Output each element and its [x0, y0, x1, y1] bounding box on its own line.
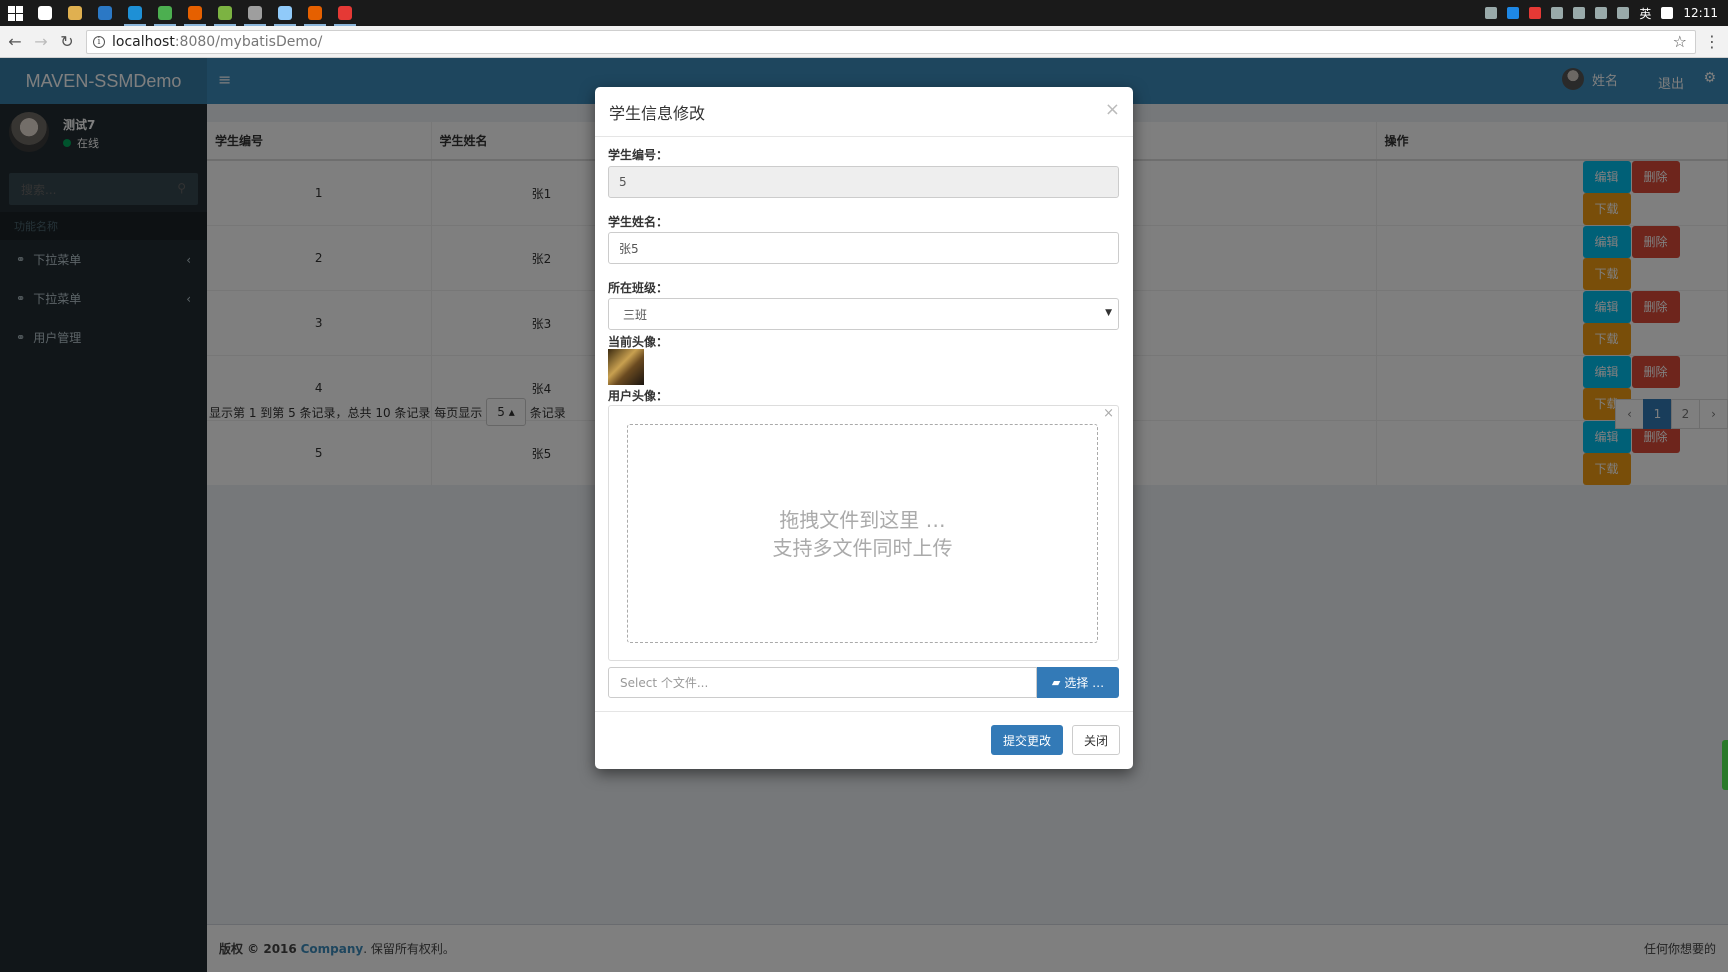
os-taskbar: 英 12:11 [0, 0, 1728, 26]
choose-file-button[interactable]: ▰ 选择 … [1037, 667, 1119, 698]
input-language[interactable]: 英 [1639, 5, 1651, 22]
taskbar-app-button[interactable] [270, 0, 300, 26]
taskbar-app-button[interactable] [60, 0, 90, 26]
student-id-field[interactable]: 5 [608, 166, 1119, 198]
student-id-value: 5 [619, 175, 627, 189]
bookmark-star-icon[interactable]: ☆ [1673, 32, 1687, 51]
reload-icon: ↻ [60, 32, 74, 51]
chat-icon [38, 6, 52, 20]
taskbar-app-button[interactable] [150, 0, 180, 26]
file-upload-preview: × 拖拽文件到这里 … 支持多文件同时上传 [608, 405, 1119, 661]
edge-icon [128, 6, 142, 20]
taskbar-app-button[interactable] [180, 0, 210, 26]
student-name-field[interactable]: 张5 [608, 232, 1119, 264]
scroll-handle[interactable] [1722, 740, 1728, 790]
tray-icon[interactable] [1485, 7, 1498, 19]
student-name-label: 学生姓名： [608, 215, 669, 229]
network-icon[interactable] [1573, 7, 1586, 19]
class-select-value: 三班 [623, 307, 648, 322]
taskbar-app-button[interactable] [30, 0, 60, 26]
current-avatar-label: 当前头像： [608, 335, 669, 349]
notepad-icon [218, 6, 232, 20]
windows-logo-icon [7, 5, 23, 21]
weibo-icon [338, 6, 352, 20]
taskbar-app-button[interactable] [330, 0, 360, 26]
windows-start-button[interactable] [0, 0, 30, 26]
taskbar-app-button[interactable] [120, 0, 150, 26]
pen-icon[interactable] [1617, 7, 1630, 19]
choose-file-label: 选择 … [1064, 676, 1105, 690]
calendar-icon [98, 6, 112, 20]
taskbar-app-button[interactable] [210, 0, 240, 26]
drop-zone-text-1: 拖拽文件到这里 … [779, 507, 946, 532]
weibo-tray-icon[interactable] [1529, 7, 1542, 19]
modal-footer: 提交更改 关闭 [595, 711, 1133, 769]
clear-files-icon[interactable]: × [1103, 406, 1114, 421]
browser-toolbar: ← → ↻ i localhost:8080/mybatisDemo/ ☆ ⋮ [0, 26, 1728, 58]
firefox-icon [308, 6, 322, 20]
settings-icon [248, 6, 262, 20]
modal-title: 学生信息修改 [609, 104, 706, 123]
arrow-right-icon: → [34, 32, 48, 51]
battery-icon[interactable] [1551, 7, 1564, 19]
back-button[interactable]: ← [4, 31, 26, 53]
drop-zone-text-2: 支持多文件同时上传 [772, 535, 953, 560]
class-label: 所在班级： [608, 281, 669, 295]
edit-student-modal: 学生信息修改 × 学生编号： 5 学生姓名： 张5 所在班级： 三班 ▼ 当前头… [595, 87, 1133, 769]
file-caption-input[interactable]: Select 个文件... [608, 667, 1037, 698]
arrow-left-icon: ← [8, 32, 22, 51]
browser-menu-icon[interactable]: ⋮ [1702, 32, 1722, 51]
class-select[interactable]: 三班 ▼ [608, 298, 1119, 330]
modal-header: 学生信息修改 × [595, 87, 1133, 137]
address-bar[interactable]: i localhost:8080/mybatisDemo/ ☆ [86, 29, 1696, 54]
clock[interactable]: 12:11 [1683, 6, 1718, 20]
dropdown-arrow-icon: ▼ [1105, 308, 1112, 318]
url-path: :8080/mybatisDemo/ [174, 33, 323, 50]
student-id-label: 学生编号： [608, 148, 669, 162]
system-tray: 英 12:11 [1485, 5, 1728, 22]
student-name-value: 张5 [619, 241, 639, 256]
chrome-icon [158, 6, 172, 20]
url-host: localhost [112, 33, 175, 50]
close-icon[interactable]: × [1105, 99, 1120, 120]
file-input-group: Select 个文件... ▰ 选择 … [608, 667, 1119, 698]
folder-icon [68, 6, 82, 20]
current-avatar-image [608, 349, 644, 385]
info-icon[interactable]: i [93, 35, 105, 48]
file-icon [278, 6, 292, 20]
shield-icon[interactable] [1507, 7, 1520, 19]
taskbar-app-button[interactable] [90, 0, 120, 26]
forward-button[interactable]: → [30, 31, 52, 53]
submit-changes-button[interactable]: 提交更改 [990, 725, 1063, 755]
file-caption-placeholder: Select 个文件... [620, 676, 709, 690]
folder-open-icon: ▰ [1051, 676, 1061, 689]
close-button[interactable]: 关闭 [1071, 725, 1120, 755]
firefox-icon [188, 6, 202, 20]
reload-button[interactable]: ↻ [56, 31, 78, 53]
user-avatar-label: 用户头像： [608, 389, 669, 403]
taskbar-app-button[interactable] [240, 0, 270, 26]
taskbar-app-button[interactable] [300, 0, 330, 26]
file-drop-zone[interactable]: 拖拽文件到这里 … 支持多文件同时上传 [627, 424, 1098, 643]
volume-icon[interactable] [1595, 7, 1608, 19]
ime-icon[interactable] [1661, 7, 1674, 19]
